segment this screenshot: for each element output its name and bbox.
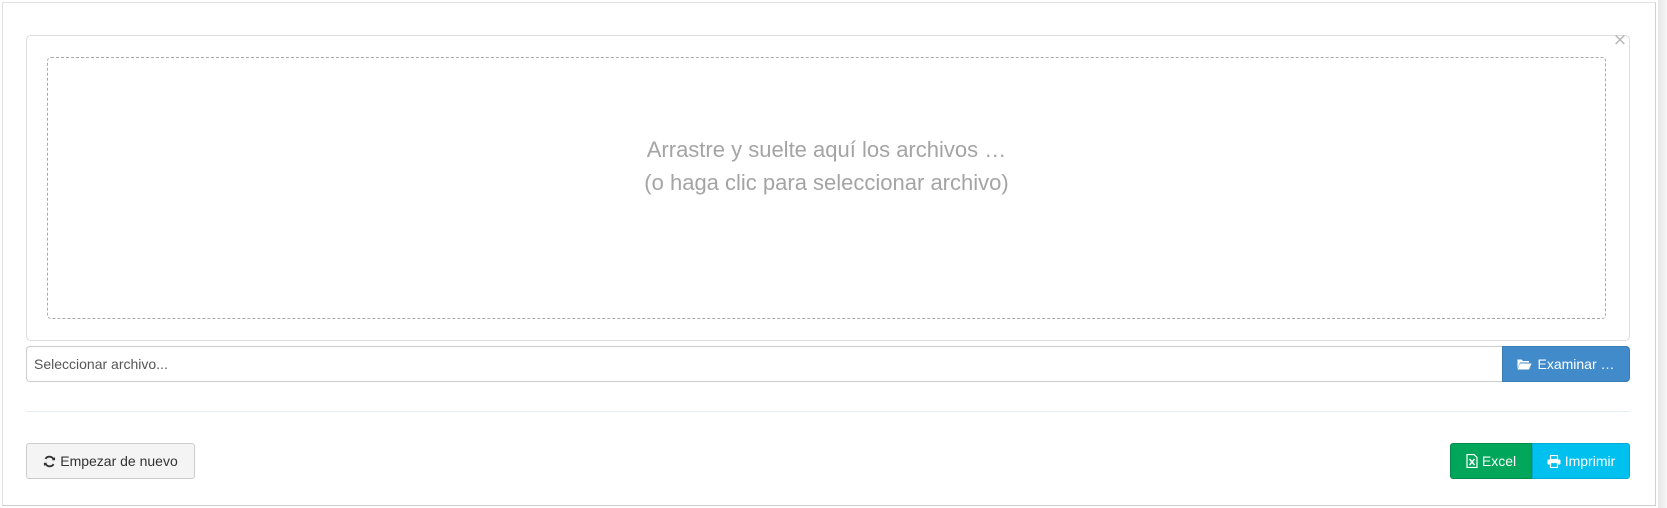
browse-button[interactable]: Examinar …: [1502, 346, 1630, 382]
print-button[interactable]: Imprimir: [1532, 443, 1630, 479]
browse-button-label: Examinar …: [1537, 356, 1615, 372]
close-preview-icon[interactable]: ×: [1612, 32, 1628, 49]
print-button-label: Imprimir: [1564, 453, 1616, 469]
section-divider: [26, 411, 1630, 412]
page-frame: × Arrastre y suelte aquí los archivos … …: [0, 0, 1667, 508]
drop-zone-hint: (o haga clic para seleccionar archivo): [644, 170, 1009, 195]
file-caption-field[interactable]: Seleccionar archivo...: [26, 346, 1503, 382]
drop-zone[interactable]: Arrastre y suelte aquí los archivos … (o…: [47, 57, 1606, 319]
restart-button[interactable]: Empezar de nuevo: [26, 443, 195, 479]
print-icon: [1547, 446, 1561, 480]
excel-button-label: Excel: [1481, 453, 1517, 469]
restart-button-label: Empezar de nuevo: [60, 453, 178, 469]
excel-export-button[interactable]: Excel: [1450, 443, 1532, 479]
drop-zone-text: Arrastre y suelte aquí los archivos … (o…: [644, 133, 1008, 199]
file-caption-text: Seleccionar archivo...: [34, 356, 168, 372]
file-excel-icon: [1466, 446, 1478, 480]
drop-zone-instruction: Arrastre y suelte aquí los archivos …: [646, 137, 1007, 162]
folder-open-icon: [1517, 348, 1532, 382]
refresh-icon: [43, 446, 56, 480]
window-edge-shadow: [1658, 0, 1667, 508]
